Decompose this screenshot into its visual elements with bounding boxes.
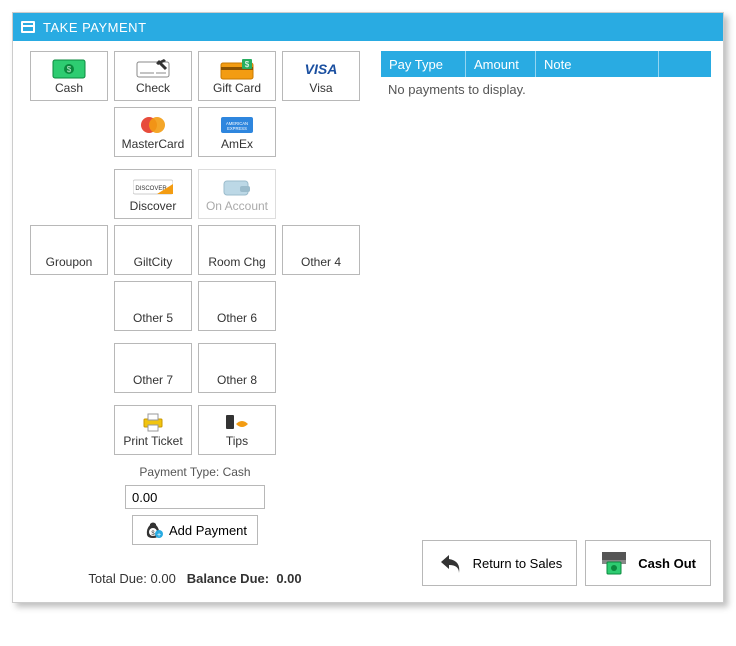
svg-text:EXPRESS: EXPRESS <box>227 126 247 131</box>
cash-out-label: Cash Out <box>638 556 696 571</box>
window-body: $ Cash Check $ Gift Card <box>13 41 723 602</box>
amount-input[interactable] <box>125 485 265 509</box>
print-ticket-button[interactable]: Print Ticket <box>114 405 192 455</box>
payments-table-body: No payments to display. <box>381 77 711 528</box>
th-note[interactable]: Note <box>536 51 659 77</box>
total-due-label: Total Due: <box>88 571 147 586</box>
th-actions <box>659 51 711 77</box>
payments-table-header: Pay Type Amount Note <box>381 51 711 77</box>
cash-out-button[interactable]: Cash Out <box>585 540 711 586</box>
payment-type-label: Payment Type: Cash <box>139 465 250 479</box>
visa-label: Visa <box>309 82 332 94</box>
window-icon <box>21 21 35 33</box>
other4-label: Other 4 <box>301 256 341 268</box>
cash-button[interactable]: $ Cash <box>30 51 108 101</box>
other6-button[interactable]: Other 6 <box>198 281 276 331</box>
discover-button[interactable]: DISCOVER Discover <box>114 169 192 219</box>
tips-button[interactable]: Tips <box>198 405 276 455</box>
mastercard-button[interactable]: MasterCard <box>114 107 192 157</box>
other8-button[interactable]: Other 8 <box>198 343 276 393</box>
take-payment-window: TAKE PAYMENT $ Cash <box>12 12 724 603</box>
add-payment-button[interactable]: $+ Add Payment <box>132 515 258 545</box>
other7-label: Other 7 <box>133 374 173 386</box>
mastercard-icon <box>136 114 170 136</box>
empty-payments-text: No payments to display. <box>388 82 526 97</box>
window-title: TAKE PAYMENT <box>43 20 147 35</box>
on-account-label: On Account <box>206 200 268 212</box>
groupon-label: Groupon <box>46 256 93 268</box>
svg-text:$: $ <box>245 60 250 69</box>
other5-label: Other 5 <box>133 312 173 324</box>
return-to-sales-button[interactable]: Return to Sales <box>422 540 578 586</box>
visa-button[interactable]: VISA Visa <box>282 51 360 101</box>
th-paytype[interactable]: Pay Type <box>381 51 466 77</box>
svg-text:VISA: VISA <box>305 61 338 77</box>
giftcard-label: Gift Card <box>213 82 261 94</box>
check-label: Check <box>136 82 170 94</box>
amex-icon: AMERICANEXPRESS <box>220 114 254 136</box>
payment-button-grid: $ Cash Check $ Gift Card <box>25 51 365 455</box>
tips-label: Tips <box>226 434 248 448</box>
cash-out-icon <box>600 550 628 576</box>
other6-label: Other 6 <box>217 312 257 324</box>
roomchg-button[interactable]: Room Chg <box>198 225 276 275</box>
total-due-value: 0.00 <box>151 571 176 586</box>
giftcard-button[interactable]: $ Gift Card <box>198 51 276 101</box>
add-payment-label: Add Payment <box>169 523 247 538</box>
balance-due-value: 0.00 <box>276 571 301 586</box>
svg-text:+: + <box>157 532 161 539</box>
other4-button[interactable]: Other 4 <box>282 225 360 275</box>
back-arrow-icon <box>437 551 463 575</box>
svg-text:$: $ <box>67 65 72 74</box>
cash-icon: $ <box>52 58 86 80</box>
other7-button[interactable]: Other 7 <box>114 343 192 393</box>
tips-icon <box>224 412 250 432</box>
on-account-button[interactable]: On Account <box>198 169 276 219</box>
discover-icon: DISCOVER <box>133 176 173 198</box>
giftcard-icon: $ <box>220 58 254 80</box>
amex-label: AmEx <box>221 138 253 150</box>
amex-button[interactable]: AMERICANEXPRESS AmEx <box>198 107 276 157</box>
moneybag-plus-icon: $+ <box>143 521 163 539</box>
left-panel: $ Cash Check $ Gift Card <box>25 51 365 586</box>
th-amount[interactable]: Amount <box>466 51 536 77</box>
balance-due-label: Balance Due: <box>187 571 269 586</box>
cash-label: Cash <box>55 82 83 94</box>
return-to-sales-label: Return to Sales <box>473 556 563 571</box>
giltcity-label: GiltCity <box>134 256 173 268</box>
right-panel: Pay Type Amount Note No payments to disp… <box>381 51 711 586</box>
totals-line: Total Due: 0.00 Balance Due: 0.00 <box>25 571 365 586</box>
visa-icon: VISA <box>299 58 343 80</box>
wallet-icon <box>222 176 252 198</box>
other5-button[interactable]: Other 5 <box>114 281 192 331</box>
giltcity-button[interactable]: GiltCity <box>114 225 192 275</box>
print-ticket-label: Print Ticket <box>123 434 182 448</box>
mastercard-label: MasterCard <box>122 138 185 150</box>
check-button[interactable]: Check <box>114 51 192 101</box>
roomchg-label: Room Chg <box>208 256 265 268</box>
printer-icon <box>141 412 165 432</box>
discover-label: Discover <box>130 200 177 212</box>
titlebar: TAKE PAYMENT <box>13 13 723 41</box>
other8-label: Other 8 <box>217 374 257 386</box>
check-icon <box>136 58 170 80</box>
groupon-button[interactable]: Groupon <box>30 225 108 275</box>
footer-actions: Return to Sales Cash Out <box>381 540 711 586</box>
